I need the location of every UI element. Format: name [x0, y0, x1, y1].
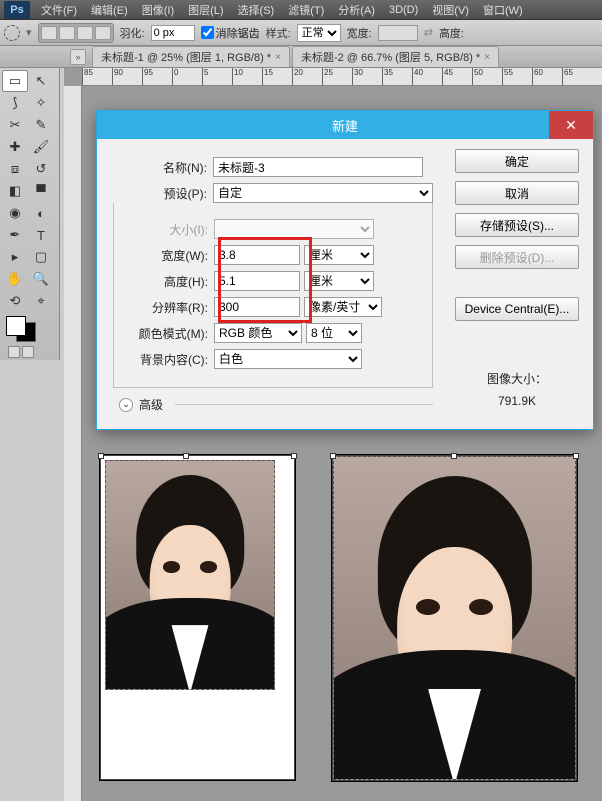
tool-hand[interactable]: ✋: [2, 268, 28, 290]
tool-heal[interactable]: ✚: [2, 136, 28, 158]
dialog-title: 新建: [332, 116, 358, 135]
name-label: 名称(N):: [113, 159, 213, 176]
menu-layer[interactable]: 图层(L): [181, 2, 230, 18]
tool-eyedropper[interactable]: ✎: [28, 114, 54, 136]
preset-select[interactable]: 自定: [213, 183, 433, 203]
menu-view[interactable]: 视图(V): [425, 2, 476, 18]
opt-width-label: 宽度:: [347, 25, 372, 41]
height-unit-select[interactable]: 厘米: [304, 271, 374, 291]
tool-marquee[interactable]: ▭: [2, 70, 28, 92]
menu-window[interactable]: 窗口(W): [476, 2, 530, 18]
photo-layer-1[interactable]: [105, 460, 275, 690]
height-label: 高度(H):: [114, 273, 214, 290]
menu-filter[interactable]: 滤镜(T): [281, 2, 331, 18]
width-input[interactable]: [214, 245, 300, 265]
marquee-icon: [4, 25, 20, 41]
color-mode-label: 颜色模式(M):: [114, 325, 214, 342]
bit-depth-select[interactable]: 8 位: [306, 323, 362, 343]
new-document-dialog: 新建 ✕ 确定 取消 存储预设(S)... 删除预设(D)... Device …: [96, 110, 594, 430]
antialias-checkbox[interactable]: 消除锯齿: [201, 25, 260, 41]
document-2[interactable]: [332, 455, 577, 781]
style-select[interactable]: 正常: [297, 24, 341, 42]
feather-label: 羽化:: [120, 25, 145, 41]
opt-width-input: [378, 25, 418, 41]
tool-shape[interactable]: ▢: [28, 246, 54, 268]
ok-button[interactable]: 确定: [455, 149, 579, 173]
selection-mode-group[interactable]: [38, 23, 114, 43]
size-select: [214, 219, 374, 239]
toolbox: ▭ ↖ ⟆ ✧ ✂ ✎ ✚ 🖌 ⧈ ↺ ◧ ▀ ◉ ◐ ✒ T ▸ ▢ ✋ 🔍 …: [0, 68, 60, 360]
menu-3d[interactable]: 3D(D): [382, 4, 425, 16]
tool-dodge[interactable]: ◐: [28, 202, 54, 224]
options-bar: ▾ 羽化: 消除锯齿 样式: 正常 宽度: ⇄ 高度:: [0, 20, 602, 46]
screenmode-toggle[interactable]: [22, 346, 34, 358]
delete-preset-button: 删除预设(D)...: [455, 245, 579, 269]
color-swatch[interactable]: [6, 316, 36, 342]
tool-blur[interactable]: ◉: [2, 202, 28, 224]
tool-history[interactable]: ↺: [28, 158, 54, 180]
tool-move[interactable]: ↖: [28, 70, 54, 92]
preset-label: 预设(P):: [113, 185, 213, 202]
resolution-unit-select[interactable]: 像素/英寸: [304, 297, 382, 317]
device-central-button[interactable]: Device Central(E)...: [455, 297, 579, 321]
tool-crop[interactable]: ✂: [2, 114, 28, 136]
doc-tab-2[interactable]: 未标题-2 @ 66.7% (图层 5, RGB/8) *×: [292, 46, 499, 67]
document-1[interactable]: [100, 455, 295, 780]
style-label: 样式:: [266, 25, 291, 41]
opt-height-label: 高度:: [439, 25, 464, 41]
bg-label: 背景内容(C):: [114, 351, 214, 368]
save-preset-button[interactable]: 存储预设(S)...: [455, 213, 579, 237]
width-unit-select[interactable]: 厘米: [304, 245, 374, 265]
tool-stamp[interactable]: ⧈: [2, 158, 28, 180]
dialog-titlebar[interactable]: 新建 ✕: [97, 111, 593, 139]
chevron-icon: ⌄: [119, 398, 133, 412]
image-size-label: 图像大小：: [455, 369, 579, 391]
app-logo: Ps: [4, 1, 30, 19]
photo-layer-2[interactable]: [333, 456, 576, 780]
tool-eraser[interactable]: ◧: [2, 180, 28, 202]
tool-zoom[interactable]: 🔍: [28, 268, 54, 290]
tool-gradient[interactable]: ▀: [28, 180, 54, 202]
resolution-input[interactable]: [214, 297, 300, 317]
tool-type[interactable]: T: [28, 224, 54, 246]
close-button[interactable]: ✕: [549, 111, 593, 139]
menu-edit[interactable]: 编辑(E): [84, 2, 135, 18]
menu-select[interactable]: 选择(S): [231, 2, 282, 18]
height-input[interactable]: [214, 271, 300, 291]
image-size-value: 791.9K: [455, 391, 579, 413]
width-label: 宽度(W):: [114, 247, 214, 264]
expand-tabs-button[interactable]: »: [70, 49, 86, 65]
size-label: 大小(I):: [114, 221, 214, 238]
menubar: Ps 文件(F) 编辑(E) 图像(I) 图层(L) 选择(S) 滤镜(T) 分…: [0, 0, 602, 20]
resolution-label: 分辨率(R):: [114, 299, 214, 316]
tool-brush[interactable]: 🖌: [28, 136, 54, 158]
doc-tab-1[interactable]: 未标题-1 @ 25% (图层 1, RGB/8) *×: [92, 46, 290, 67]
tool-3d-rotate[interactable]: ⟲: [2, 290, 28, 312]
menu-image[interactable]: 图像(I): [135, 2, 181, 18]
tool-3d-camera[interactable]: ⌖: [28, 290, 54, 312]
menu-analysis[interactable]: 分析(A): [331, 2, 382, 18]
tool-path[interactable]: ▸: [2, 246, 28, 268]
color-mode-select[interactable]: RGB 颜色: [214, 323, 302, 343]
name-input[interactable]: [213, 157, 423, 177]
close-icon[interactable]: ×: [484, 52, 490, 63]
cancel-button[interactable]: 取消: [455, 181, 579, 205]
feather-input[interactable]: [151, 25, 195, 41]
tool-wand[interactable]: ✧: [28, 92, 54, 114]
menu-file[interactable]: 文件(F): [34, 2, 84, 18]
close-icon[interactable]: ×: [275, 52, 281, 63]
ruler-vertical: [64, 86, 82, 801]
tool-pen[interactable]: ✒: [2, 224, 28, 246]
tool-lasso[interactable]: ⟆: [2, 92, 28, 114]
bg-select[interactable]: 白色: [214, 349, 362, 369]
document-tabstrip: » 未标题-1 @ 25% (图层 1, RGB/8) *× 未标题-2 @ 6…: [0, 46, 602, 68]
ruler-horizontal: 8590950510152025303540455055606570758085…: [82, 68, 602, 86]
quickmask-toggle[interactable]: [8, 346, 20, 358]
advanced-toggle[interactable]: ⌄ 高级: [119, 396, 433, 413]
